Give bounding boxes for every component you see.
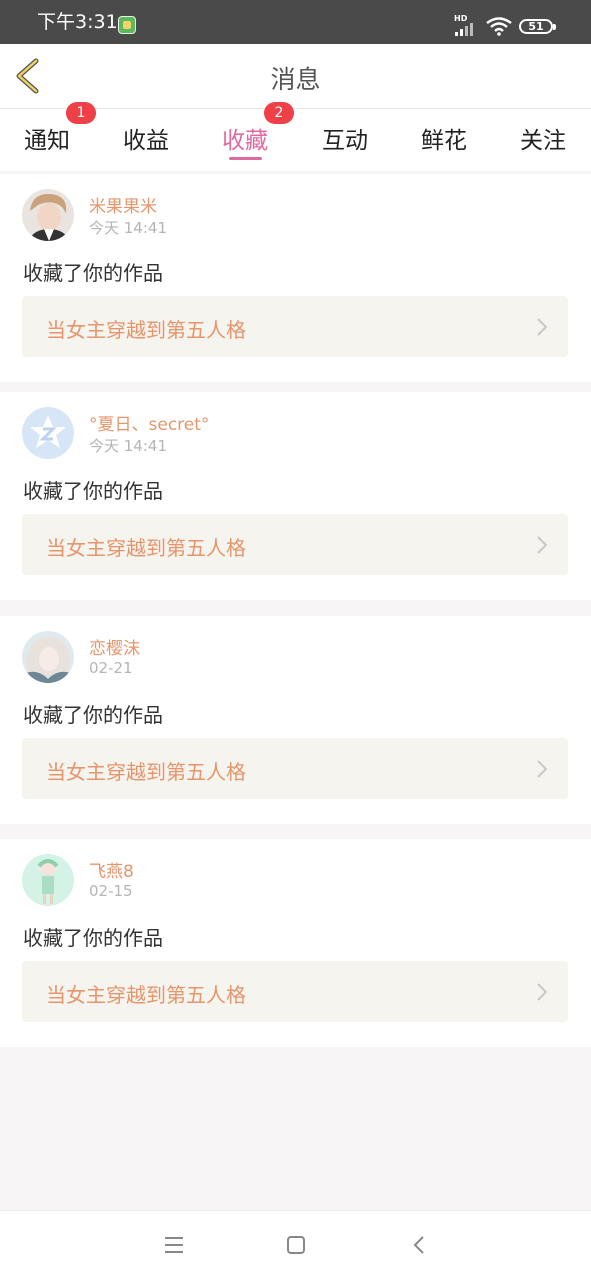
work-title: 当女主穿越到第五人格 bbox=[46, 983, 246, 1007]
notification-card: 飞燕8 02-15 收藏了你的作品 当女主穿越到第五人格 bbox=[0, 839, 591, 1047]
status-time: 下午3:31 bbox=[37, 11, 118, 33]
action-text: 收藏了你的作品 bbox=[23, 926, 163, 950]
header: 消息 bbox=[0, 44, 591, 109]
menu-icon[interactable] bbox=[164, 1235, 184, 1255]
tab-follows[interactable]: 关注 bbox=[520, 121, 566, 155]
wifi-icon bbox=[486, 17, 512, 36]
work-link[interactable]: 当女主穿越到第五人格 bbox=[22, 514, 568, 575]
notification-card: 恋樱沫 02-21 收藏了你的作品 当女主穿越到第五人格 bbox=[0, 616, 591, 824]
tab-earnings[interactable]: 收益 bbox=[123, 121, 169, 155]
chevron-right-icon bbox=[537, 983, 548, 1001]
chevron-right-icon bbox=[537, 760, 548, 778]
work-title: 当女主穿越到第五人格 bbox=[46, 536, 246, 560]
work-link[interactable]: 当女主穿越到第五人格 bbox=[22, 296, 568, 357]
work-link[interactable]: 当女主穿越到第五人格 bbox=[22, 738, 568, 799]
avatar[interactable] bbox=[22, 631, 74, 683]
home-square-icon[interactable] bbox=[286, 1235, 306, 1255]
tab-notifications[interactable]: 通知 bbox=[24, 121, 70, 155]
tab-bar: 通知 1 收益 收藏 2 互动 鲜花 关注 bbox=[0, 102, 591, 171]
avatar[interactable] bbox=[22, 407, 74, 459]
tab-badge: 2 bbox=[264, 102, 294, 124]
work-title: 当女主穿越到第五人格 bbox=[46, 318, 246, 342]
chevron-right-icon bbox=[537, 318, 548, 336]
timestamp: 02-21 bbox=[89, 659, 133, 677]
user-name[interactable]: 恋樱沫 bbox=[89, 634, 140, 659]
work-link[interactable]: 当女主穿越到第五人格 bbox=[22, 961, 568, 1022]
app-notification-icon bbox=[118, 16, 136, 34]
user-name[interactable]: 米果果米 bbox=[89, 192, 157, 217]
tab-favorites[interactable]: 收藏 bbox=[222, 121, 268, 155]
chevron-right-icon bbox=[537, 536, 548, 554]
tab-interactions[interactable]: 互动 bbox=[322, 121, 368, 155]
signal-icon bbox=[455, 23, 473, 36]
avatar[interactable] bbox=[22, 854, 74, 906]
notification-card: 米果果米 今天 14:41 收藏了你的作品 当女主穿越到第五人格 bbox=[0, 174, 591, 382]
action-text: 收藏了你的作品 bbox=[23, 703, 163, 727]
system-navigation-bar bbox=[0, 1210, 591, 1281]
back-icon[interactable] bbox=[412, 1235, 426, 1255]
timestamp: 02-15 bbox=[89, 882, 133, 900]
page-title: 消息 bbox=[270, 65, 321, 94]
battery-icon: 51 bbox=[519, 19, 556, 34]
timestamp: 今天 14:41 bbox=[89, 219, 167, 237]
user-name[interactable]: 飞燕8 bbox=[89, 857, 134, 882]
timestamp: 今天 14:41 bbox=[89, 437, 167, 455]
status-bar: 下午3:31 HD 51 bbox=[0, 0, 591, 44]
tab-flowers[interactable]: 鲜花 bbox=[421, 121, 467, 155]
action-text: 收藏了你的作品 bbox=[23, 479, 163, 503]
active-tab-indicator bbox=[229, 157, 262, 160]
action-text: 收藏了你的作品 bbox=[23, 261, 163, 285]
tab-badge: 1 bbox=[66, 102, 96, 124]
notification-card: °夏日、secret° 今天 14:41 收藏了你的作品 当女主穿越到第五人格 bbox=[0, 392, 591, 600]
avatar[interactable] bbox=[22, 189, 74, 241]
work-title: 当女主穿越到第五人格 bbox=[46, 760, 246, 784]
user-name[interactable]: °夏日、secret° bbox=[89, 410, 209, 435]
